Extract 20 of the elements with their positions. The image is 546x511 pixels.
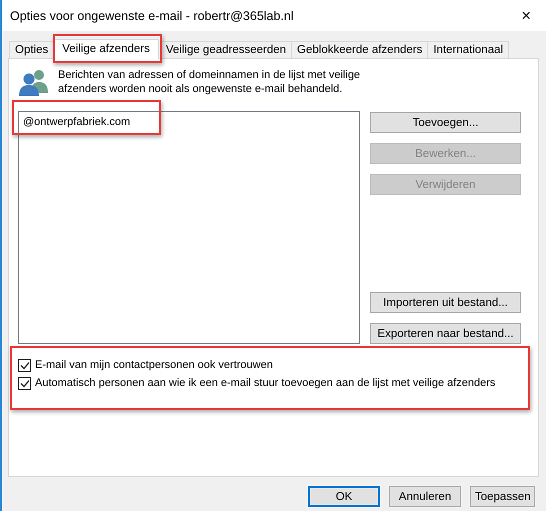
- tab[interactable]: Internationaal: [427, 41, 510, 58]
- tab[interactable]: Veilige geadresseerden: [160, 41, 292, 58]
- close-icon[interactable]: ✕: [515, 8, 538, 23]
- address-list[interactable]: @ontwerpfabriek.com: [18, 111, 360, 344]
- checkbox[interactable]: [18, 376, 31, 390]
- checkbox-label[interactable]: Automatisch personen aan wie ik een e-mail stuur toevoegen aan de lijst met veilige afzenders: [35, 377, 496, 389]
- action-button[interactable]: Toevoegen...: [370, 112, 521, 133]
- tab[interactable]: Opties: [9, 41, 54, 58]
- tab[interactable]: Veilige afzenders: [53, 39, 159, 59]
- dialog-button[interactable]: Toepassen: [470, 486, 535, 507]
- file-button[interactable]: Exporteren naar bestand...: [370, 323, 521, 344]
- dialog-button[interactable]: Annuleren: [389, 486, 461, 507]
- checkbox-label[interactable]: E-mail van mijn contactpersonen ook vertrouwen: [35, 359, 273, 371]
- description-text: Berichten van adressen of domeinnamen in de lijst met veilige afzenders worden nooit als ongewenste e-mail behandeld.: [58, 68, 362, 96]
- contacts-icon: [18, 67, 50, 97]
- dialog-button[interactable]: OK: [308, 486, 380, 507]
- list-item[interactable]: @ontwerpfabriek.com: [23, 116, 130, 128]
- window-title: Opties voor ongewenste e-mail - robertr@365lab.nl: [10, 8, 294, 22]
- checkbox[interactable]: [18, 358, 31, 372]
- file-button[interactable]: Importeren uit bestand...: [370, 292, 521, 313]
